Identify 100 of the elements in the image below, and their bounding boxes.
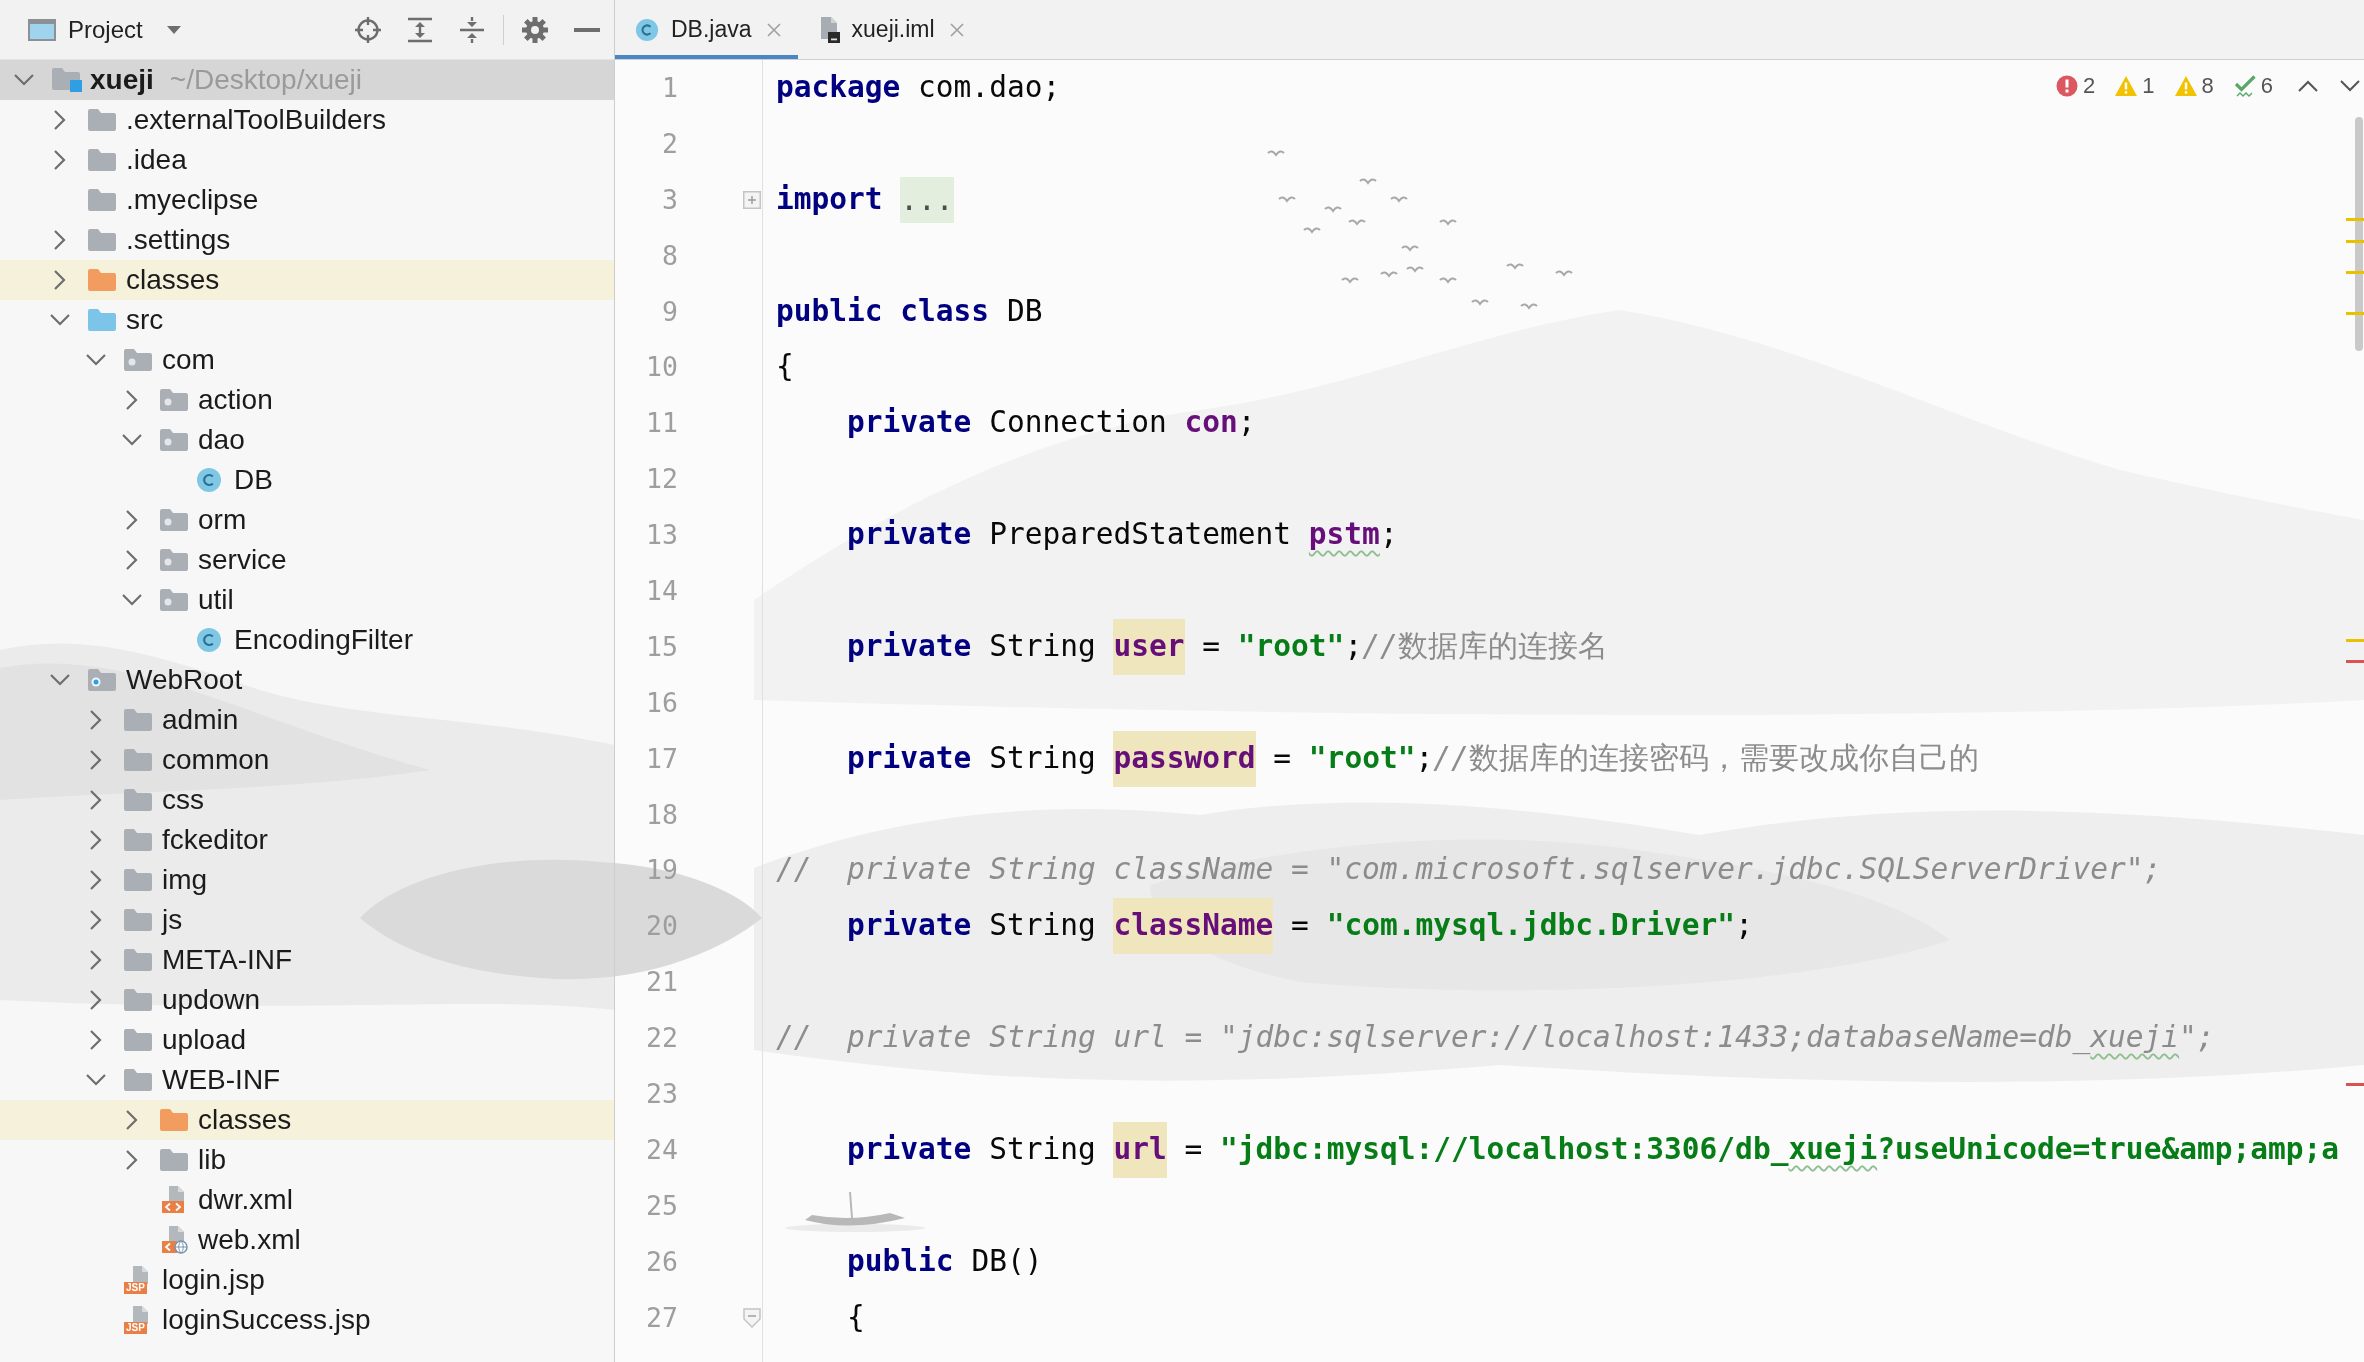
tree-item[interactable]: WEB-INF [0,1060,614,1100]
tree-item[interactable]: lib [0,1140,614,1180]
warning-count[interactable]: 1 [2115,73,2155,99]
line-number: 11 [646,407,678,439]
bird-icon [1520,303,1538,309]
chevron-right-icon[interactable] [126,510,138,530]
gear-icon[interactable] [522,16,548,43]
tree-item[interactable]: css [0,780,614,820]
tree-item[interactable]: .settings [0,220,614,260]
chevron-right-icon[interactable] [126,550,138,570]
weak-warning-count[interactable]: 8 [2174,73,2214,99]
package-icon [160,509,188,531]
line-number: 13 [646,519,678,551]
chevron-right-icon[interactable] [90,710,102,730]
chevron-right-icon[interactable] [54,230,66,250]
chevron-right-icon[interactable] [90,950,102,970]
tree-item[interactable]: JSP loginSuccess.jsp [0,1300,614,1340]
chevron-right-icon[interactable] [54,110,66,130]
panel-title[interactable]: Project [68,15,143,44]
chevron-right-icon[interactable] [126,390,138,410]
tree-item[interactable]: JSP login.jsp [0,1260,614,1300]
code-line: private String className = "com.mysql.jdbc.Driver"; [847,898,1753,955]
chevron-down-icon[interactable] [50,314,70,326]
close-icon[interactable] [948,21,965,38]
folder-icon [160,1109,188,1131]
error-count[interactable]: 2 [2056,73,2096,99]
folder-icon [88,109,116,131]
tree-item[interactable]: classes [0,260,614,300]
chevron-right-icon[interactable] [126,1150,138,1170]
caret-down-icon[interactable] [166,25,181,34]
warning-icon [2115,76,2138,96]
chevron-right-icon[interactable] [90,870,102,890]
folder-icon [124,749,152,771]
folder-icon [124,709,152,731]
typo-count[interactable]: 6 [2233,73,2273,99]
editor-tab[interactable]: xueji.iml [797,0,981,59]
chevron-down-icon[interactable] [14,74,34,86]
tree-item[interactable]: classes [0,1100,614,1140]
chevron-right-icon[interactable] [90,750,102,770]
chevron-right-icon[interactable] [90,790,102,810]
chevron-down-icon[interactable] [50,674,70,686]
package-icon [124,349,152,371]
package-icon [160,549,188,571]
tree-item[interactable]: META-INF [0,940,614,980]
chevron-down-icon[interactable] [122,434,142,446]
chevron-up-icon[interactable] [2298,80,2318,92]
folder-icon [160,1149,188,1171]
chevron-down-icon[interactable] [86,354,106,366]
scrollbar-thumb[interactable] [2355,117,2363,351]
class-icon [196,627,222,653]
chevron-right-icon[interactable] [126,1110,138,1130]
tree-item[interactable]: .idea [0,140,614,180]
editor-tab[interactable]: DB.java [615,0,798,59]
chevron-down-icon[interactable] [86,1074,106,1086]
window-icon [28,18,56,41]
tree-item[interactable]: img [0,860,614,900]
code-line: { [847,1298,865,1336]
chevron-right-icon[interactable] [54,270,66,290]
tree-item[interactable]: com [0,340,614,380]
code-line: import ... [776,171,954,228]
expand-all-icon[interactable] [407,16,433,43]
code-line: private String user = "root";//数据库的连接名 [847,618,1608,675]
tree-item[interactable]: js [0,900,614,940]
tree-item[interactable]: src [0,300,614,340]
tree-item[interactable]: updown [0,980,614,1020]
chevron-right-icon[interactable] [54,150,66,170]
tree-item[interactable]: util [0,580,614,620]
tree-item[interactable]: common [0,740,614,780]
tree-item[interactable]: service [0,540,614,580]
chevron-down-icon[interactable] [122,594,142,606]
code-line: public DB() [847,1242,1043,1280]
tree-item[interactable]: dwr.xml [0,1180,614,1220]
tree-item[interactable]: orm [0,500,614,540]
crosshair-icon[interactable] [355,16,381,43]
tree-item[interactable]: .myeclipse [0,180,614,220]
tree-item[interactable]: .externalToolBuilders [0,100,614,140]
bird-icon [1506,263,1524,269]
bird-icon [1267,150,1285,156]
chevron-down-icon[interactable] [2340,80,2360,92]
tree-item[interactable]: action [0,380,614,420]
tree-item[interactable]: dao [0,420,614,460]
tree-item[interactable]: web.xml [0,1220,614,1260]
tree-item[interactable]: DB [0,460,614,500]
line-number: 21 [646,966,678,998]
tree-item[interactable]: fckeditor [0,820,614,860]
chevron-right-icon[interactable] [90,1030,102,1050]
bird-icon [1380,271,1398,277]
close-icon[interactable] [765,21,782,38]
chevron-right-icon[interactable] [90,910,102,930]
tree-item[interactable]: admin [0,700,614,740]
collapse-all-icon[interactable] [459,16,485,43]
line-number: 25 [646,1189,678,1221]
tree-item[interactable]: EncodingFilter [0,620,614,660]
chevron-right-icon[interactable] [90,990,102,1010]
tree-item[interactable]: upload [0,1020,614,1060]
minus-icon[interactable] [574,27,600,32]
line-number: 22 [646,1022,678,1054]
tree-item[interactable]: xueji ~/Desktop/xueji [0,60,614,100]
chevron-right-icon[interactable] [90,830,102,850]
tree-item[interactable]: WebRoot [0,660,614,700]
